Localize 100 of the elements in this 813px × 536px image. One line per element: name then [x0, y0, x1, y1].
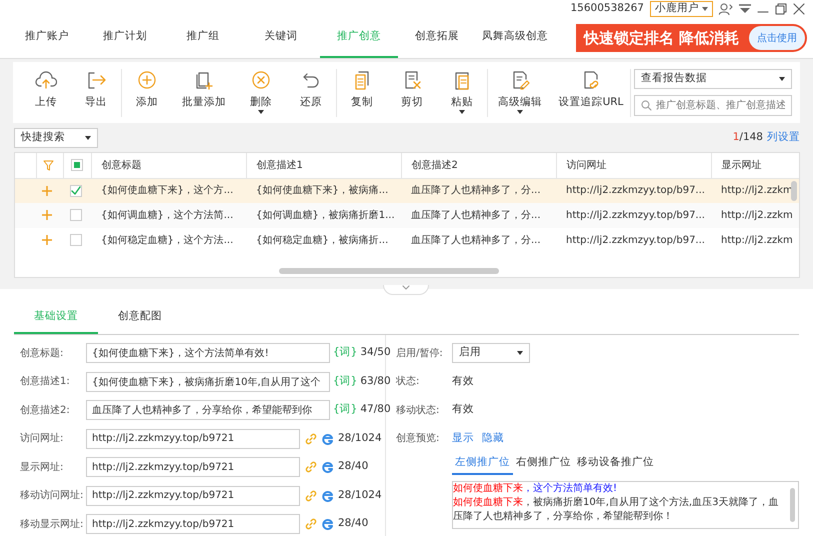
preview-text: 如何使血糖下来，被病痛折磨10年,自从用了这个方法,血压3天就降了，血压降了人也精神多了，分享给你，希望能帮到你！ [453, 496, 780, 524]
plus-icon[interactable] [42, 210, 52, 220]
preview-link[interactable]: 隐藏 [482, 430, 504, 447]
field-label: 创意描述2: [19, 404, 71, 418]
character-count: 34/50 [360, 345, 391, 360]
field-label: 显示网址: [19, 460, 64, 475]
table-cell: 血压降了人也精神多了，分... [401, 228, 556, 253]
chain-link-icon[interactable] [305, 461, 317, 474]
field-label: 状态: [396, 374, 420, 390]
search-icon [641, 100, 652, 111]
restore-icon[interactable] [775, 3, 787, 15]
chain-link-icon[interactable] [305, 518, 317, 530]
nav-tab[interactable]: 推广计划 [86, 18, 164, 58]
filter-icon[interactable] [42, 160, 54, 171]
character-count: 28/40 [338, 516, 368, 532]
preview-scrollbar[interactable] [790, 488, 795, 522]
cloud-upload-icon [35, 68, 57, 90]
row-checkbox[interactable] [70, 209, 82, 222]
toolbar-button[interactable]: 设置追踪URL [552, 68, 630, 116]
input-field[interactable]: http://lj2.zzkmzyy.top/b9721 [86, 514, 300, 534]
nav-tab[interactable]: 推广账户 [8, 18, 86, 58]
select-all-checkbox[interactable] [70, 159, 82, 172]
table-cell: http://lj2.zzkm [711, 228, 799, 253]
status-value: 有效 [452, 374, 474, 389]
column-header: 显示网址 [711, 153, 799, 178]
browser-e-icon[interactable] [322, 518, 334, 530]
chain-link-icon[interactable] [305, 490, 317, 502]
toolbar-button[interactable]: 还原 [286, 68, 336, 116]
nav-tab[interactable]: 推广组 [164, 18, 242, 58]
toolbar-button[interactable]: 上传 [21, 68, 71, 116]
column-settings-link[interactable]: 列设置 [767, 130, 800, 146]
caret-icon [517, 351, 523, 356]
character-count: 28/1024 [338, 488, 382, 503]
table-cell: http://lj2.zzkmzyy.top/b97... [556, 228, 711, 253]
field-label: 移动访问网址: [19, 488, 84, 504]
chain-link-icon[interactable] [305, 432, 317, 445]
try-now-button[interactable]: 点击使用 [749, 26, 805, 50]
field-label: 启用/暂停: [396, 346, 444, 361]
close-icon[interactable] [793, 3, 805, 15]
table-cell: http://lj2.zzkm [711, 178, 799, 203]
input-field[interactable]: http://lj2.zzkmzyy.top/b9721 [86, 428, 300, 449]
input-field[interactable]: http://lj2.zzkmzyy.top/b9721 [86, 457, 300, 478]
table-cell: {如何调血糖}，这个方法简... [91, 203, 246, 228]
field-label: 访问网址: [19, 432, 64, 446]
report-dropdown[interactable]: 查看报告数据 [634, 69, 792, 89]
status-dropdown[interactable]: 启用 [452, 343, 530, 364]
search-field[interactable]: 推广创意标题、推广创意描述 [634, 95, 792, 116]
plus-icon[interactable] [42, 186, 52, 196]
toolbar-button[interactable]: 复制 [337, 68, 387, 116]
dropdown-icon[interactable] [739, 4, 751, 14]
preview-tab[interactable]: 右侧推广位 [513, 453, 574, 475]
nav-tab[interactable]: 关键词 [242, 18, 320, 58]
preview-link[interactable]: 显示 [452, 430, 474, 447]
character-count: 28/1024 [338, 430, 382, 446]
caret-icon [85, 136, 91, 140]
toolbar-button[interactable]: 剪切 [387, 68, 437, 116]
nav-tab[interactable]: 创意拓展 [398, 18, 476, 58]
vertical-scrollbar[interactable] [791, 181, 797, 201]
table-cell: {如何调血糖}，被病痛折磨1... [246, 203, 401, 228]
table-cell: http://lj2.zzkm [711, 203, 799, 228]
user-icon[interactable] [719, 3, 733, 15]
browser-e-icon[interactable] [322, 461, 334, 474]
partial-check-icon [74, 162, 80, 168]
character-count: 47/80 [360, 402, 391, 418]
caret-icon [779, 77, 785, 81]
input-field[interactable]: {如何使血糖下来}，这个方法简单有效! [86, 343, 330, 364]
caret-icon [702, 7, 708, 11]
input-field[interactable]: 血压降了人也精神多了，分享给你，希望能帮到你 [86, 400, 330, 420]
plus-icon[interactable] [42, 235, 52, 246]
check-icon [71, 186, 81, 196]
table-cell: {如何使血糖下来}，这个方... [91, 178, 246, 203]
preview-tab[interactable]: 左侧推广位 [452, 453, 513, 475]
collapse-handle[interactable] [383, 285, 429, 295]
nav-tab[interactable]: 凤舞高级创意 [476, 18, 554, 58]
toolbar-button[interactable]: 添加 [122, 68, 172, 116]
preview-tab[interactable]: 移动设备推广位 [574, 453, 657, 475]
toolbar-button[interactable]: 导出 [71, 68, 121, 116]
table-cell: {如何使血糖下来}，被病痛... [246, 178, 401, 203]
detail-tab[interactable]: 创意配图 [98, 302, 182, 334]
browser-e-icon[interactable] [322, 490, 334, 502]
quick-search-dropdown[interactable]: 快捷搜索 [14, 128, 98, 148]
toolbar-button[interactable]: 删除 [236, 68, 286, 116]
page-counter: 1/148 [732, 130, 763, 146]
plus-circle-icon [136, 68, 158, 90]
table-cell: 血压降了人也精神多了，分... [401, 203, 556, 228]
character-count: 63/80 [360, 374, 391, 389]
toolbar-button[interactable]: 批量添加 [172, 68, 236, 116]
user-dropdown[interactable]: 小鹿用户 [650, 1, 713, 17]
field-label: 移动状态: [396, 404, 440, 418]
toolbar-button[interactable]: 高级编辑 [488, 68, 552, 116]
row-checkbox[interactable] [70, 184, 82, 197]
input-field[interactable]: http://lj2.zzkmzyy.top/b9721 [86, 486, 300, 506]
row-checkbox[interactable] [70, 234, 82, 246]
input-field[interactable]: {如何使血糖下来}，被病痛折磨10年,自从用了这个 [86, 372, 330, 392]
field-label: 创意描述1: [19, 374, 71, 390]
browser-e-icon[interactable] [322, 432, 334, 445]
horizontal-scrollbar[interactable] [279, 268, 499, 274]
toolbar-button[interactable]: 粘贴 [437, 68, 487, 116]
table-cell: http://lj2.zzkmzyy.top/b97... [556, 178, 711, 203]
chevron-down-icon [402, 285, 410, 290]
